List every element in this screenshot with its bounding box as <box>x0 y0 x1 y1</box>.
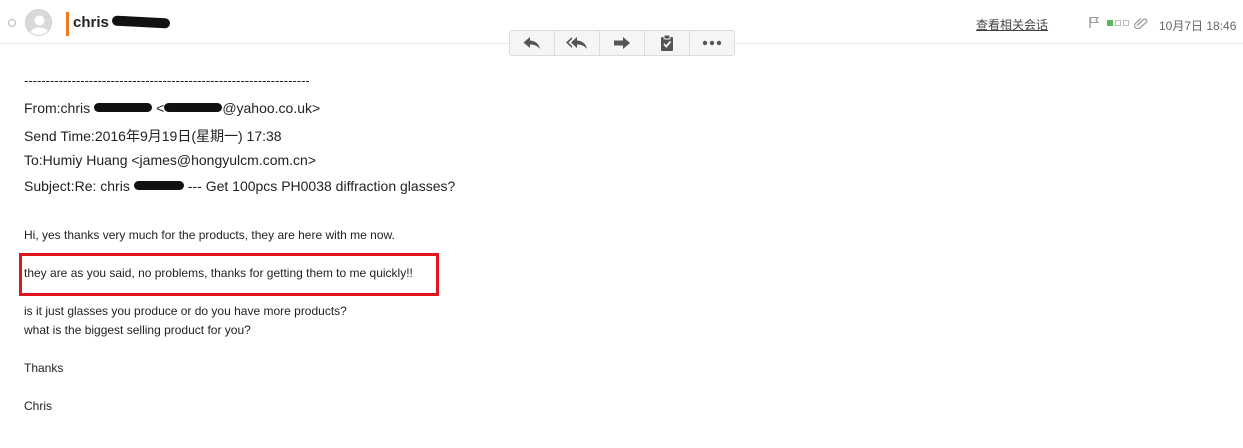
redaction-mark <box>94 103 153 113</box>
message-toolbar <box>509 30 735 56</box>
sender-accent-bar <box>66 12 69 36</box>
redaction-mark <box>111 15 171 29</box>
reply-all-icon <box>566 37 587 49</box>
clipboard-check-icon <box>661 34 673 51</box>
flag-icon[interactable] <box>1088 16 1100 34</box>
from-email-domain: @yahoo.co.uk> <box>222 100 321 116</box>
sender-name[interactable]: chris <box>73 14 171 31</box>
message-line: what is the biggest selling product for … <box>24 323 251 337</box>
avatar[interactable] <box>25 9 52 36</box>
quote-divider: ----------------------------------------… <box>24 73 310 88</box>
priority-level-3 <box>1123 20 1129 26</box>
forward-icon <box>614 37 630 49</box>
forward-button[interactable] <box>600 31 645 55</box>
reply-button[interactable] <box>510 31 555 55</box>
task-button[interactable] <box>645 31 690 55</box>
attachment-icon[interactable] <box>1133 16 1149 34</box>
from-label: From:chris <box>24 100 91 116</box>
quoted-send-time: Send Time:2016年9月19日(星期一) 17:38 <box>24 128 282 144</box>
subject-label: Subject:Re: chris <box>24 178 130 194</box>
quoted-from: From:chris < @yahoo.co.uk> <box>24 100 320 116</box>
message-line: Thanks <box>24 361 64 375</box>
priority-level-1 <box>1107 20 1113 26</box>
quoted-to: To:Humiy Huang <james@hongyulcm.com.cn> <box>24 152 317 168</box>
view-related-conversation-link[interactable]: 查看相关会话 <box>976 16 1048 33</box>
user-silhouette-icon <box>29 15 50 35</box>
more-button[interactable] <box>690 31 734 55</box>
read-status-dot[interactable] <box>8 19 16 27</box>
reply-all-button[interactable] <box>555 31 600 55</box>
reply-icon <box>523 37 540 49</box>
redaction-mark <box>164 103 223 113</box>
priority-level-2 <box>1115 20 1121 26</box>
quoted-subject: Subject:Re: chris --- Get 100pcs PH0038 d… <box>24 178 455 194</box>
from-bracket: < <box>156 100 165 116</box>
redaction-mark <box>133 181 184 191</box>
message-line: is it just glasses you produce or do you… <box>24 304 347 318</box>
sender-first-name: chris <box>73 14 109 31</box>
message-line: Hi, yes thanks very much for the product… <box>24 228 395 242</box>
more-icon <box>702 40 722 46</box>
priority-indicator[interactable] <box>1107 20 1129 27</box>
subject-text: --- Get 100pcs PH0038 diffraction glasse… <box>187 178 456 194</box>
message-signature: Chris <box>24 399 53 413</box>
highlight-annotation-box <box>19 253 439 296</box>
received-date: 10月7日 18:46 <box>1159 19 1237 33</box>
